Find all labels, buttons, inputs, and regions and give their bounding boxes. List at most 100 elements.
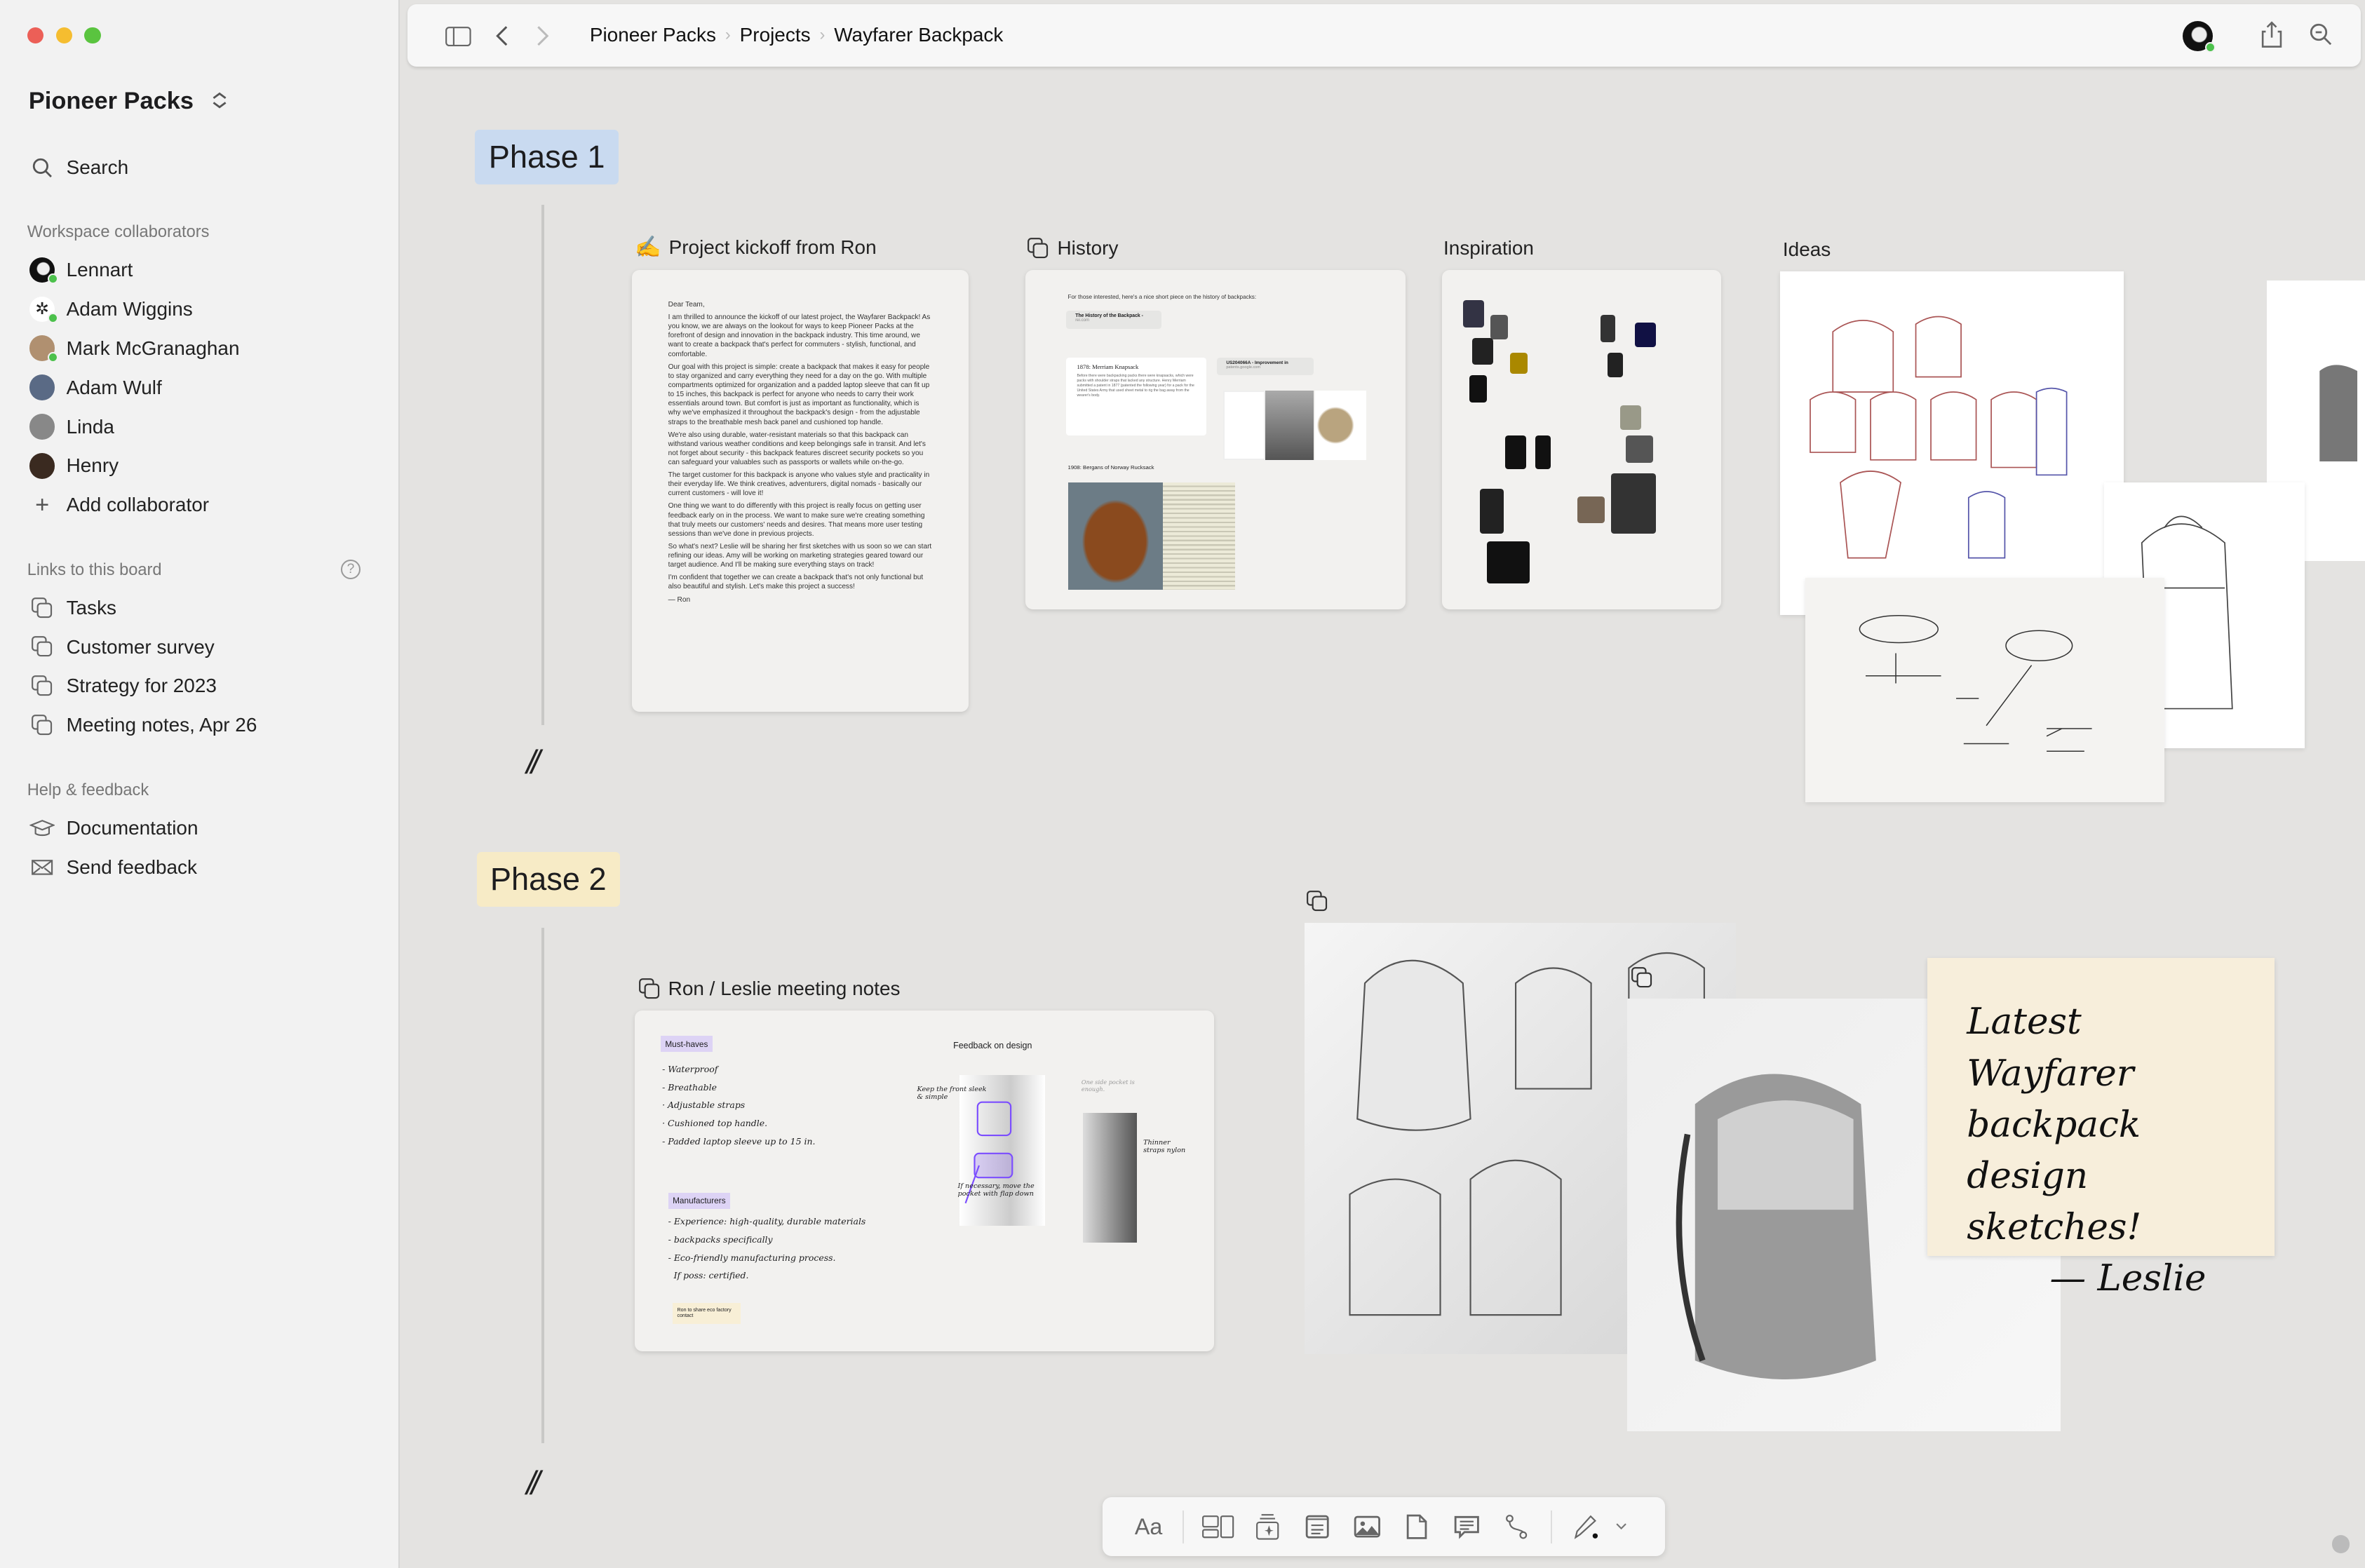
board-link-icon[interactable] [1631,966,1653,989]
catalog-page-image[interactable] [1163,482,1236,590]
inspiration-image[interactable] [1469,375,1488,403]
kickoff-letter-card[interactable]: Dear Team, I am thrilled to announce the … [632,269,969,712]
phase-1-label[interactable]: Phase 1 [475,129,619,184]
inspiration-image[interactable] [1635,323,1657,347]
patent-drawing-image[interactable] [1223,390,1266,460]
help-icon[interactable]: ? [341,559,361,579]
meeting-notes-card[interactable]: Must-haves - Waterproof - Breathable · Adj… [635,1010,1215,1351]
documentation-link[interactable]: Documentation [27,813,198,843]
link-preview[interactable]: US204066A - Improvement in patents.google… [1217,357,1314,376]
pen-options-dropdown[interactable] [1611,1509,1632,1546]
inspiration-image[interactable] [1535,435,1551,469]
link-tasks[interactable]: Tasks [27,593,116,623]
list-item: - Eco-friendly manufacturing process. [668,1252,836,1263]
inspiration-board-card[interactable] [1441,269,1721,609]
search-button[interactable]: Search [27,152,128,182]
connector-button[interactable] [1492,1509,1542,1546]
board-link-icon [1027,237,1049,258]
help-bubble-button[interactable] [2331,1535,2350,1553]
zoom-window-button[interactable] [84,27,102,44]
pen-tool-button[interactable] [1561,1509,1611,1546]
link-strategy-2023[interactable]: Strategy for 2023 [27,671,217,701]
link-preview[interactable]: The History of the Backpack - rei.com [1066,311,1161,329]
collaborator-mark-mcgranaghan[interactable]: Mark McGranaghan [27,333,239,363]
backpack-sketch-image[interactable] [1779,271,2124,616]
close-window-button[interactable] [27,27,44,44]
inspiration-image[interactable] [1462,299,1485,327]
phase-2-label[interactable]: Phase 2 [476,852,620,907]
timeline-line [541,927,545,1444]
collaborator-adam-wiggins[interactable]: ✲ Adam Wiggins [27,294,193,324]
timeline-break: // [526,744,541,782]
note-button[interactable] [1293,1509,1342,1546]
forward-arrow-icon[interactable] [535,24,551,48]
inspiration-image[interactable] [1608,353,1623,377]
knapsack-photo-image[interactable] [1315,390,1367,460]
add-collaborator-button[interactable]: + Add collaborator [27,490,209,520]
collaborator-linda[interactable]: Linda [27,412,114,442]
comment-button[interactable] [1442,1509,1492,1546]
sticky-note-leslie[interactable]: Latest Wayfarer backpack design sketches… [1927,957,2275,1299]
letter-paragraph: One thing we want to do differently with… [668,502,925,538]
inspiration-image[interactable] [1610,473,1657,534]
link-customer-survey[interactable]: Customer survey [27,632,215,662]
inspiration-image[interactable] [1619,405,1641,430]
collaborator-name: Lennart [66,258,133,281]
note-icon [1305,1515,1329,1539]
list-item: - backpacks specifically [668,1234,773,1245]
collaborator-henry[interactable]: Henry [27,451,119,481]
collaborator-adam-wulf[interactable]: Adam Wulf [27,372,162,403]
text-style-button[interactable]: Aa [1124,1509,1173,1546]
file-button[interactable] [1392,1509,1442,1546]
back-arrow-icon[interactable] [494,24,510,48]
send-feedback-link[interactable]: Send feedback [27,852,197,882]
breadcrumb-item[interactable]: Pioneer Packs [590,24,716,46]
zoom-search-icon[interactable] [2309,22,2333,46]
link-label: Meeting notes, Apr 26 [66,714,257,736]
link-domain: rei.com [1075,318,1090,323]
rucksack-photo-image[interactable] [1067,482,1163,590]
collaborator-lennart[interactable]: Lennart [27,255,133,285]
letter-paragraph: I'm confident that together we can creat… [668,574,924,591]
annotation: Keep the front sleek & simple [917,1086,987,1102]
kickoff-card-title: ✍ Project kickoff from Ron [635,235,876,259]
board-link-icon[interactable] [1306,890,1328,912]
workspace-switcher[interactable]: Pioneer Packs [29,88,231,115]
inspiration-image[interactable] [1471,337,1493,365]
image-button[interactable] [1342,1509,1392,1546]
layout-button[interactable] [1193,1509,1243,1546]
minimize-window-button[interactable] [55,27,73,44]
inspiration-image[interactable] [1505,435,1527,469]
brainstorm-sketch[interactable] [1805,577,2164,803]
soldier-photo-image[interactable] [1265,390,1314,460]
history-card-title: History [1027,237,1118,259]
inspiration-image[interactable] [1487,541,1530,584]
user-avatar[interactable] [2182,21,2216,53]
collaborator-name: Adam Wiggins [66,297,193,320]
share-icon[interactable] [2261,21,2282,48]
inspiration-image[interactable] [1509,353,1528,374]
breadcrumb-current[interactable]: Wayfarer Backpack [834,24,1003,46]
title-text: Ideas [1782,238,1831,260]
bottom-toolbar: Aa [1103,1497,1666,1557]
history-board-card[interactable]: For those interested, here's a nice shor… [1025,269,1406,609]
avatar [29,335,58,363]
breadcrumb-item[interactable]: Projects [740,24,811,46]
sticky-note[interactable]: Ron to share eco factory contact [673,1303,741,1325]
sidebar-toggle-icon[interactable] [445,26,472,47]
inspiration-image[interactable] [1600,315,1616,343]
list-item: - Waterproof [662,1063,718,1074]
file-icon [1406,1514,1427,1539]
feedback-heading: Feedback on design [953,1040,1032,1050]
inspiration-image[interactable] [1479,488,1504,534]
link-meeting-notes[interactable]: Meeting notes, Apr 26 [27,710,257,741]
inspiration-image[interactable] [1490,315,1509,339]
ai-card-button[interactable] [1243,1509,1293,1546]
letter-paragraph: Dear Team, [668,300,705,309]
inspiration-image[interactable] [1626,435,1653,464]
inspiration-image[interactable] [1577,496,1605,524]
breadcrumb: Pioneer Packs › Projects › Wayfarer Backpa… [590,24,1004,46]
strap-sketch-image[interactable] [1083,1113,1138,1243]
collaborator-name: Henry [66,454,119,477]
help-heading: Help & feedback [27,780,149,799]
